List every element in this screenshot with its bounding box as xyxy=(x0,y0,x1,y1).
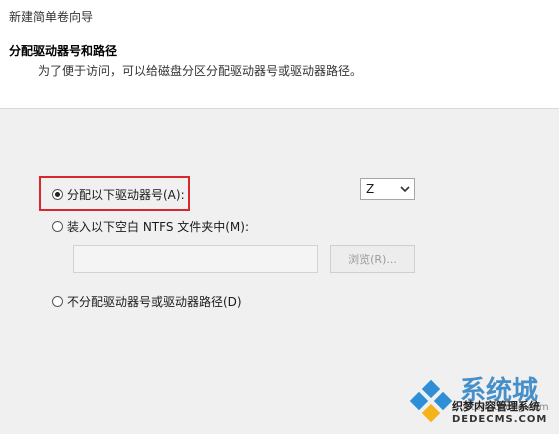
option-assign-letter[interactable]: 分配以下驱动器号(A): xyxy=(52,186,185,203)
wizard-title: 新建简单卷向导 xyxy=(9,10,94,24)
drive-letter-select[interactable]: Z xyxy=(360,178,415,200)
chevron-down-icon xyxy=(400,186,410,193)
option-assign-letter-label: 分配以下驱动器号(A): xyxy=(67,188,185,202)
watermark-domain: DEDECMS.COM xyxy=(452,414,548,425)
page-heading: 分配驱动器号和路径 xyxy=(9,44,118,58)
radio-selected-icon[interactable] xyxy=(52,189,63,200)
drive-letter-value: Z xyxy=(366,182,375,196)
watermark: 系统城 xitongcheng.com 织梦内容管理系统 DEDECMS.COM xyxy=(400,370,559,434)
page-description: 为了便于访问，可以给磁盘分区分配驱动器号或驱动器路径。 xyxy=(38,64,363,78)
wizard-header: 新建简单卷向导 分配驱动器号和路径 为了便于访问，可以给磁盘分区分配驱动器号或驱… xyxy=(0,0,559,109)
browse-button[interactable]: 浏览(R)... xyxy=(330,245,415,273)
option-mount-folder-label: 装入以下空白 NTFS 文件夹中(M): xyxy=(67,220,250,234)
radio-unselected-icon[interactable] xyxy=(52,296,63,307)
radio-unselected-icon[interactable] xyxy=(52,221,63,232)
windows-logo-icon xyxy=(409,379,453,423)
option-no-letter-label: 不分配驱动器号或驱动器路径(D) xyxy=(67,295,242,309)
option-no-letter[interactable]: 不分配驱动器号或驱动器路径(D) xyxy=(52,293,242,310)
option-mount-folder[interactable]: 装入以下空白 NTFS 文件夹中(M): xyxy=(52,218,249,235)
folder-path-input[interactable] xyxy=(73,245,318,273)
watermark-cn-text: 织梦内容管理系统 xyxy=(452,400,540,413)
